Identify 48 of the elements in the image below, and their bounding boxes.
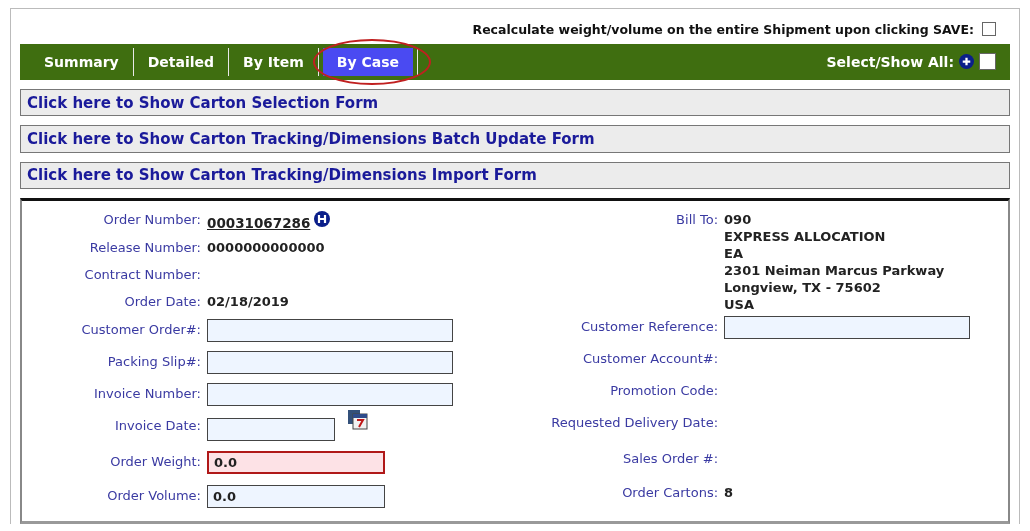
- address-line: 2301 Neiman Marcus Parkway: [724, 262, 945, 279]
- calendar-icon[interactable]: [347, 409, 369, 431]
- form-link[interactable]: Click here to Show Carton Selection Form: [27, 93, 379, 112]
- field-label: Order Number:: [102, 211, 202, 229]
- number-input[interactable]: 0.0: [207, 451, 385, 474]
- address-line: EA: [724, 245, 744, 262]
- select-all-label: Select/Show All:: [826, 53, 954, 70]
- recalculate-label: Recalculate weight/volume on the entire Shipment upon clicking SAVE:: [472, 21, 974, 37]
- view-tab[interactable]: Detailed: [137, 47, 225, 76]
- field-label: Customer Reference:: [579, 318, 720, 336]
- field-label: Invoice Number:: [93, 385, 202, 403]
- field-label: Order Volume:: [106, 487, 202, 505]
- view-tab[interactable]: By Item: [233, 47, 314, 76]
- field-label: Contract Number:: [83, 266, 202, 284]
- address-line: EXPRESS ALLOCATION: [724, 228, 887, 245]
- text-input[interactable]: [207, 383, 453, 406]
- view-tab[interactable]: Summary: [34, 47, 129, 76]
- field-label: Order Cartons:: [621, 484, 720, 502]
- field-label: Promotion Code:: [609, 382, 720, 400]
- address-line: USA: [724, 296, 756, 313]
- info-h-icon[interactable]: [314, 211, 331, 227]
- field-label: Order Weight:: [109, 453, 202, 471]
- address-line: 090: [724, 211, 753, 228]
- plus-icon[interactable]: [959, 54, 974, 70]
- field-value: 8: [724, 484, 734, 501]
- field-label: Bill To:: [675, 211, 720, 229]
- field-label: Sales Order #:: [621, 450, 720, 468]
- field-label: Packing Slip#:: [106, 353, 202, 371]
- select-all-checkbox[interactable]: [979, 53, 996, 71]
- date-input[interactable]: [207, 418, 335, 441]
- form-link[interactable]: Click here to Show Carton Tracking/Dimensions Import Form: [27, 166, 537, 185]
- view-tab[interactable]: By Case: [322, 47, 413, 76]
- field-value: 0000000000000: [207, 239, 325, 256]
- field-label: Release Number:: [88, 239, 202, 257]
- number-input[interactable]: 0.0: [207, 485, 385, 508]
- field-label: Invoice Date:: [113, 417, 202, 435]
- field-label: Order Date:: [123, 293, 202, 311]
- address-line: Longview, TX - 75602: [724, 279, 882, 296]
- text-input[interactable]: [207, 319, 453, 342]
- form-link[interactable]: Click here to Show Carton Tracking/Dimensions Batch Update Form: [27, 130, 595, 149]
- field-label: Requested Delivery Date:: [550, 414, 720, 432]
- recalculate-checkbox[interactable]: [982, 22, 996, 37]
- field-value: 02/18/2019: [207, 293, 289, 310]
- text-input[interactable]: [207, 351, 453, 374]
- field-label: Customer Order#:: [80, 321, 202, 339]
- order-number-link[interactable]: 00031067286: [207, 215, 311, 231]
- field-label: Customer Account#:: [582, 350, 720, 368]
- text-input[interactable]: [724, 316, 971, 339]
